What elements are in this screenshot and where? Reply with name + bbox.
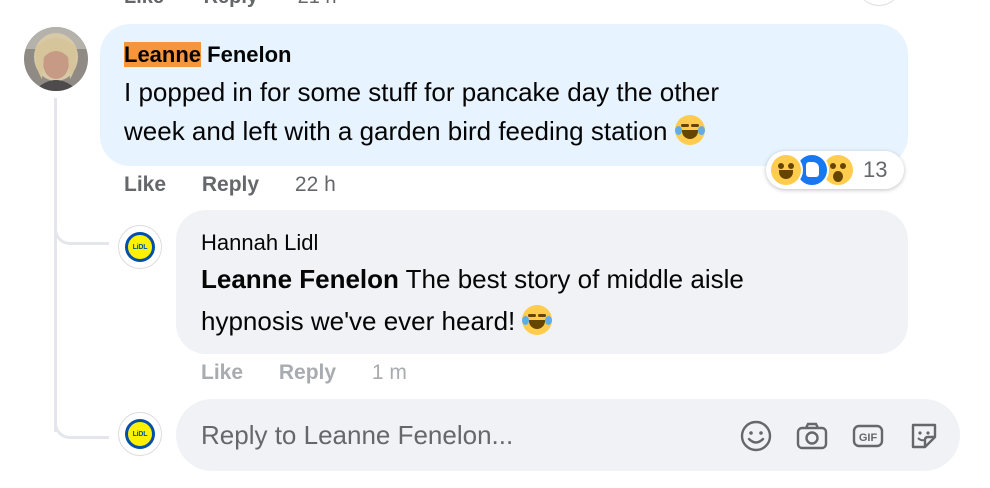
reply-button[interactable]: Reply	[202, 173, 259, 196]
reply-text-line-1: Leanne Fenelon The best story of middle …	[201, 260, 744, 299]
reply-input-placeholder[interactable]: Reply to Leanne Fenelon...	[201, 420, 513, 451]
sticker-icon[interactable]	[907, 419, 941, 453]
comment-author[interactable]: Leanne Fenelon	[124, 41, 291, 69]
reply-button[interactable]: Reply	[279, 361, 336, 384]
emoji-icon[interactable]	[739, 419, 773, 453]
profile-photo	[24, 27, 88, 91]
thread-connector-composer	[54, 392, 109, 439]
avatar[interactable]	[24, 27, 88, 91]
reply-actions: Like Reply 1 m	[201, 361, 437, 385]
reaction-count: 13	[863, 157, 888, 182]
camera-icon[interactable]	[795, 419, 829, 453]
reply-button[interactable]: Reply	[204, 0, 258, 8]
laughing-emoji-icon	[522, 305, 553, 335]
lidl-logo-icon: LiDL	[125, 232, 155, 262]
mention-link[interactable]: Leanne Fenelon	[201, 264, 399, 294]
comment-text: week and left with a garden bird feeding…	[124, 116, 668, 146]
like-button[interactable]: Like	[124, 0, 164, 8]
lidl-logo-icon: LiDL	[125, 419, 155, 449]
timestamp[interactable]: 1 m	[372, 361, 407, 384]
reply-author[interactable]: Hannah Lidl	[201, 229, 318, 257]
comment-text-line-2: week and left with a garden bird feeding…	[124, 112, 705, 151]
previous-comment-actions: Like Reply 21 h	[124, 0, 371, 9]
gif-icon[interactable]: GIF	[851, 419, 885, 453]
comment-text-line-1: I popped in for some stuff for pancake d…	[124, 77, 720, 107]
author-first-name: Leanne	[124, 42, 202, 67]
reactions-summary[interactable]: 13	[766, 151, 904, 189]
reaction-pill-edge	[860, 0, 898, 6]
thread-line	[54, 98, 57, 432]
reply-text: The best story of middle aisle	[398, 264, 744, 294]
like-button[interactable]: Like	[124, 173, 166, 196]
timestamp[interactable]: 22 h	[295, 173, 336, 196]
thread-connector-reply	[54, 198, 109, 245]
composer-avatar: LiDL	[118, 412, 162, 456]
svg-text:GIF: GIF	[859, 432, 878, 444]
timestamp: 21 h	[298, 0, 337, 8]
author-last-name: Fenelon	[201, 42, 292, 67]
reply-text-end: hypnosis we've ever heard!	[201, 306, 516, 336]
comment-actions: Like Reply 22 h	[124, 173, 366, 197]
lidl-avatar[interactable]: LiDL	[118, 225, 162, 269]
haha-reaction-icon	[769, 153, 803, 187]
like-button[interactable]: Like	[201, 361, 243, 384]
reply-text-line-2: hypnosis we've ever heard!	[201, 302, 553, 341]
laughing-emoji-icon	[674, 115, 705, 145]
